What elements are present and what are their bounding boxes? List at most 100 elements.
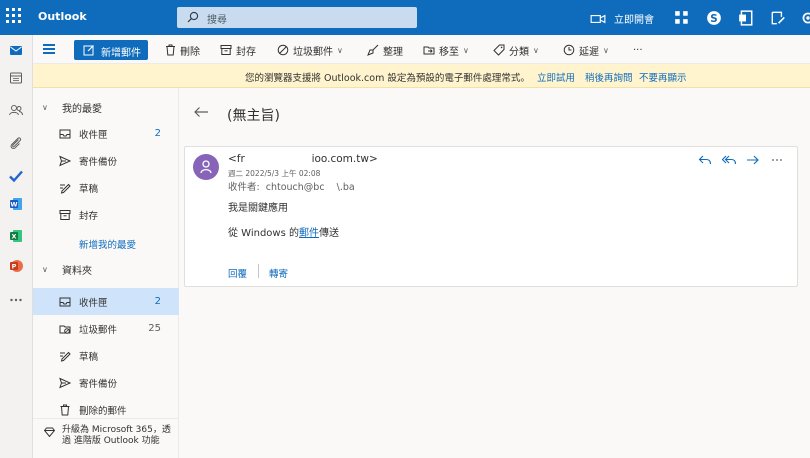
- reply-icon[interactable]: [698, 154, 712, 166]
- snooze-label: 延遲: [579, 46, 599, 58]
- try-now-link[interactable]: 立即試用: [537, 70, 575, 84]
- sender-address[interactable]: <fr ioo.com.tw>: [228, 153, 378, 165]
- search-input[interactable]: 搜尋: [177, 7, 417, 28]
- clock-icon: [563, 44, 575, 56]
- mail-app-link[interactable]: 郵件: [299, 228, 319, 239]
- favorite-inbox[interactable]: 收件匣 2: [33, 120, 179, 147]
- junk-folder-icon: [59, 325, 71, 334]
- archive-label: 封存: [236, 46, 256, 58]
- categorize-button[interactable]: 分類 ∨: [493, 43, 539, 58]
- feedback-icon[interactable]: [770, 10, 786, 26]
- new-mail-label: 新增郵件: [101, 48, 141, 59]
- office-icon[interactable]: [738, 10, 754, 26]
- favorite-sent[interactable]: 寄件備份: [33, 147, 179, 174]
- trash-icon: [60, 404, 70, 415]
- hamburger-menu-icon[interactable]: [43, 44, 55, 54]
- snooze-button[interactable]: 延遲 ∨: [563, 43, 609, 58]
- calendar-icon[interactable]: [8, 70, 24, 86]
- folder-pane: ∨ 我的最愛 收件匣 2 寄件備份 草稿 封存 新增我的最愛 ∨ 資料夾 收件匣…: [33, 88, 179, 458]
- move-to-label: 移至: [439, 46, 459, 58]
- person-icon: [200, 160, 212, 174]
- chevron-down-icon: ∨: [42, 264, 48, 274]
- delete-button[interactable]: 刪除: [165, 43, 200, 58]
- inbox-icon: [59, 297, 71, 306]
- archive-button[interactable]: 封存: [220, 43, 256, 58]
- upgrade-promo[interactable]: 升級為 Microsoft 365，透過 進階版 Outlook 功能: [33, 418, 179, 458]
- command-bar: 新增郵件 刪除 封存 垃圾郵件 ∨ 整理 移至 ∨ 分類 ∨ 延遲 ∨ ···: [33, 35, 810, 64]
- top-header: Outlook 搜尋 立即開會 S: [0, 0, 810, 35]
- back-arrow-icon[interactable]: [193, 106, 209, 118]
- trash-icon: [166, 44, 175, 56]
- meet-now-button[interactable]: 立即開會: [614, 11, 654, 26]
- block-icon: [277, 44, 289, 56]
- folder-sent[interactable]: 寄件備份: [33, 369, 179, 396]
- message-body-line: 我是關鍵應用: [228, 203, 288, 214]
- move-to-button[interactable]: 移至 ∨: [423, 43, 469, 58]
- dont-show-again-link[interactable]: 不要再顯示: [639, 70, 687, 84]
- favorite-drafts[interactable]: 草稿: [33, 174, 179, 201]
- search-icon: [187, 11, 199, 23]
- more-options-icon[interactable]: [771, 154, 783, 166]
- search-placeholder: 搜尋: [207, 15, 227, 26]
- people-icon[interactable]: [8, 102, 24, 118]
- default-handler-banner: 您的瀏覽器支援將 Outlook.com 設定為預設的電子郵件處理常式。 立即試…: [33, 64, 810, 88]
- attachment-icon[interactable]: [8, 135, 24, 151]
- chevron-down-icon: ∨: [603, 45, 609, 55]
- word-icon[interactable]: W: [8, 196, 24, 212]
- folder-label: 草稿: [79, 183, 99, 195]
- folder-label: 寄件備份: [79, 378, 118, 390]
- excel-icon[interactable]: X: [8, 228, 24, 244]
- chevron-down-icon: ∨: [42, 102, 48, 112]
- folder-label: 收件匣: [79, 129, 108, 141]
- powerpoint-icon[interactable]: P: [8, 258, 24, 274]
- favorites-header[interactable]: ∨ 我的最愛: [33, 94, 179, 120]
- inbox-icon: [59, 129, 71, 138]
- reply-link[interactable]: 回覆: [228, 266, 247, 280]
- junk-button[interactable]: 垃圾郵件 ∨: [277, 43, 343, 58]
- app-launcher-icon[interactable]: [6, 8, 26, 28]
- mail-icon[interactable]: [8, 42, 24, 58]
- compose-icon: [83, 45, 94, 56]
- item-count: 25: [148, 323, 161, 334]
- folder-label: 草稿: [79, 351, 99, 363]
- unread-count: 2: [154, 128, 161, 139]
- app-name[interactable]: Outlook: [38, 10, 87, 23]
- message-card: <fr ioo.com.tw> 週二 2022/5/3 上午 02:08 收件者…: [184, 146, 798, 287]
- folder-inbox[interactable]: 收件匣 2: [33, 288, 179, 315]
- forward-link[interactable]: 轉寄: [269, 266, 288, 280]
- add-favorite-link[interactable]: 新增我的最愛: [79, 237, 136, 251]
- avatar[interactable]: [193, 154, 219, 180]
- reply-all-icon[interactable]: [721, 154, 737, 166]
- folder-junk[interactable]: 垃圾郵件 25: [33, 315, 179, 342]
- signature-suffix: 傳送: [319, 228, 339, 239]
- todo-check-icon[interactable]: [8, 168, 24, 184]
- new-mail-button[interactable]: 新增郵件: [74, 40, 148, 60]
- folders-header[interactable]: ∨ 資料夾: [33, 256, 179, 282]
- video-call-icon[interactable]: [590, 11, 606, 27]
- send-icon: [59, 377, 71, 388]
- archive-icon: [59, 209, 71, 220]
- folder-label: 寄件備份: [79, 156, 118, 168]
- forward-icon[interactable]: [746, 154, 760, 166]
- upgrade-text: 升級為 Microsoft 365，透過 進階版 Outlook 功能: [62, 425, 171, 446]
- broom-icon: [367, 44, 379, 56]
- apps-grid-icon[interactable]: [674, 10, 690, 26]
- skype-icon[interactable]: S: [706, 10, 722, 26]
- chevron-down-icon: ∨: [463, 45, 469, 55]
- delete-label: 刪除: [180, 46, 200, 58]
- folder-move-icon: [423, 46, 435, 55]
- favorite-archive[interactable]: 封存: [33, 201, 179, 228]
- more-label: ···: [633, 44, 643, 56]
- divider: [258, 264, 259, 278]
- ask-later-link[interactable]: 稍後再詢問: [585, 70, 633, 84]
- favorites-title: 我的最愛: [62, 103, 102, 115]
- settings-gear-icon[interactable]: [800, 10, 810, 26]
- folder-label: 垃圾郵件: [79, 324, 118, 336]
- unread-count: 2: [154, 296, 161, 307]
- more-apps-icon[interactable]: [8, 292, 24, 308]
- sweep-button[interactable]: 整理: [367, 43, 403, 58]
- folder-label: 刪除的郵件: [79, 405, 127, 417]
- folder-label: 收件匣: [79, 297, 108, 309]
- folder-drafts[interactable]: 草稿: [33, 342, 179, 369]
- more-actions-button[interactable]: ···: [633, 43, 643, 57]
